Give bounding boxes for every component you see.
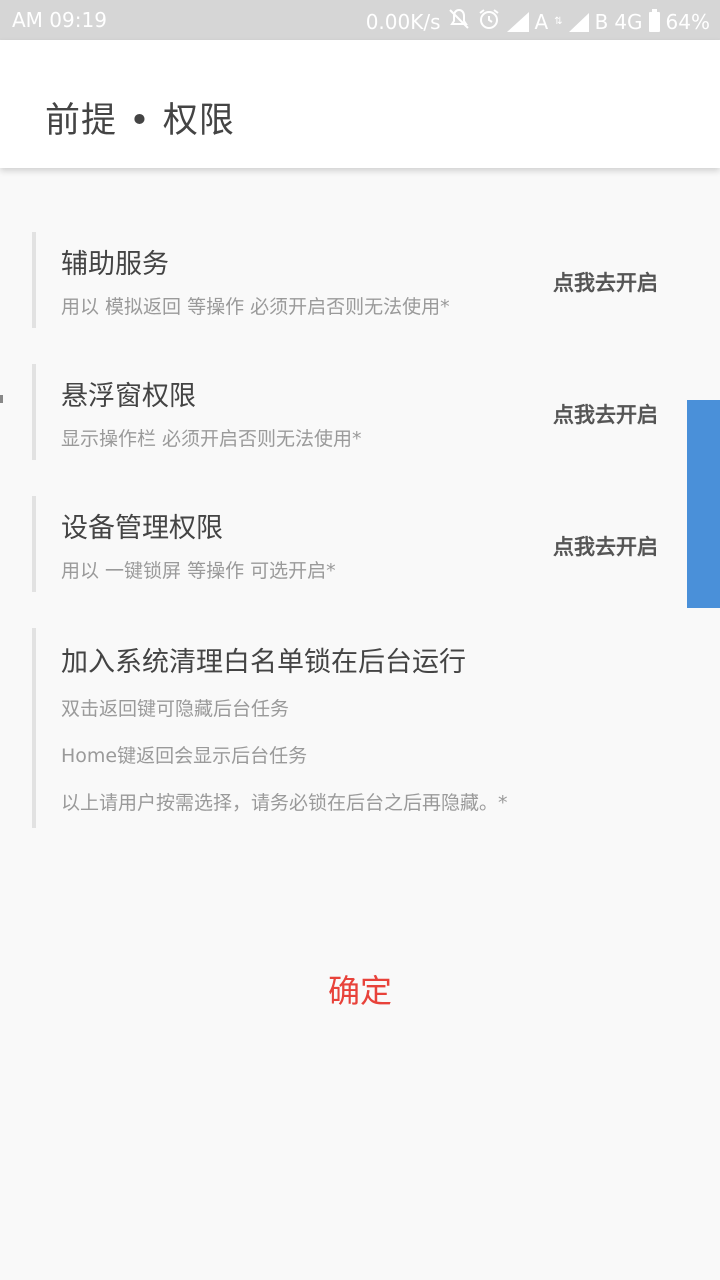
sim-b-label: B bbox=[594, 10, 609, 34]
status-indicators: 0.00K/s A ⇅ B 4G 64% bbox=[366, 7, 710, 37]
enable-accessibility-button[interactable]: 点我去开启 bbox=[553, 267, 658, 297]
data-arrows-icon: ⇅ bbox=[554, 16, 563, 27]
sim-a-label: A bbox=[534, 10, 549, 34]
status-bar: AM 09:19 0.00K/s A ⇅ B 4G 64% bbox=[0, 0, 720, 40]
enable-device-admin-button[interactable]: 点我去开启 bbox=[553, 531, 658, 561]
item-desc: 用以 一键锁屏 等操作 可选开启* bbox=[61, 560, 336, 582]
signal-icon bbox=[506, 12, 529, 32]
status-ampm: AM bbox=[12, 8, 43, 32]
mute-icon bbox=[447, 7, 471, 37]
battery-percent: 64% bbox=[665, 10, 710, 34]
item-desc-line: 以上请用户按需选择，请务必锁在后台之后再隐藏。* bbox=[61, 792, 508, 814]
confirm-button[interactable]: 确定 bbox=[0, 966, 720, 1012]
alarm-icon bbox=[477, 7, 501, 37]
edge-marker bbox=[0, 395, 3, 403]
permission-item-overlay: 悬浮窗权限 显示操作栏 必须开启否则无法使用* 点我去开启 bbox=[32, 364, 676, 460]
status-time: 09:19 bbox=[49, 8, 107, 32]
item-title: 悬浮窗权限 bbox=[61, 381, 196, 412]
permission-item-whitelist: 加入系统清理白名单锁在后台运行 双击返回键可隐藏后台任务 Home键返回会显示后… bbox=[32, 628, 676, 828]
page-title: 前提 • 权限 bbox=[45, 101, 235, 141]
network-type: 4G bbox=[614, 10, 643, 34]
item-desc-line: Home键返回会显示后台任务 bbox=[61, 745, 308, 767]
item-title: 辅助服务 bbox=[61, 249, 169, 280]
permission-item-device-admin: 设备管理权限 用以 一键锁屏 等操作 可选开启* 点我去开启 bbox=[32, 496, 676, 592]
signal-icon bbox=[568, 12, 589, 32]
item-title: 加入系统清理白名单锁在后台运行 bbox=[61, 647, 466, 678]
status-net-speed: 0.00K/s bbox=[365, 10, 441, 34]
item-desc: 显示操作栏 必须开启否则无法使用* bbox=[61, 428, 362, 450]
permission-item-accessibility: 辅助服务 用以 模拟返回 等操作 必须开启否则无法使用* 点我去开启 bbox=[32, 232, 676, 328]
floating-side-tab[interactable] bbox=[687, 400, 720, 608]
app-bar: 前提 • 权限 bbox=[0, 40, 720, 168]
item-title: 设备管理权限 bbox=[61, 513, 223, 544]
item-desc: 用以 模拟返回 等操作 必须开启否则无法使用* bbox=[61, 296, 450, 318]
battery-icon bbox=[648, 9, 660, 32]
item-desc-line: 双击返回键可隐藏后台任务 bbox=[61, 698, 290, 720]
enable-overlay-button[interactable]: 点我去开启 bbox=[553, 399, 658, 429]
status-clock: AM 09:19 bbox=[12, 8, 107, 32]
